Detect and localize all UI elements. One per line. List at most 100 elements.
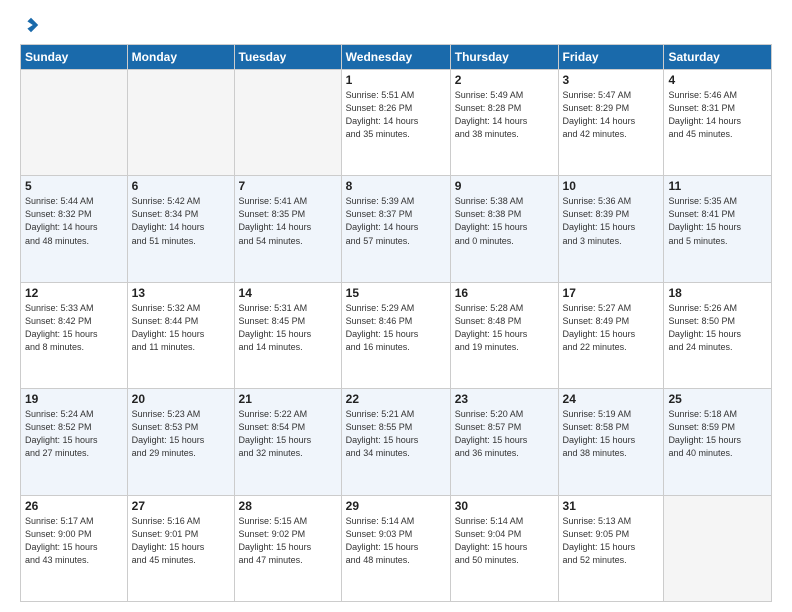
day-number: 1	[346, 73, 446, 87]
day-info: Sunrise: 5:47 AMSunset: 8:29 PMDaylight:…	[563, 89, 660, 141]
day-number: 13	[132, 286, 230, 300]
day-info: Sunrise: 5:46 AMSunset: 8:31 PMDaylight:…	[668, 89, 767, 141]
day-number: 28	[239, 499, 337, 513]
calendar-cell: 20 Sunrise: 5:23 AMSunset: 8:53 PMDayligh…	[127, 389, 234, 495]
header-row: SundayMondayTuesdayWednesdayThursdayFrid…	[21, 45, 772, 70]
header-day-friday: Friday	[558, 45, 664, 70]
day-info: Sunrise: 5:33 AMSunset: 8:42 PMDaylight:…	[25, 302, 123, 354]
day-number: 14	[239, 286, 337, 300]
day-info: Sunrise: 5:27 AMSunset: 8:49 PMDaylight:…	[563, 302, 660, 354]
day-number: 23	[455, 392, 554, 406]
calendar-cell: 28 Sunrise: 5:15 AMSunset: 9:02 PMDayligh…	[234, 495, 341, 601]
day-info: Sunrise: 5:16 AMSunset: 9:01 PMDaylight:…	[132, 515, 230, 567]
day-info: Sunrise: 5:15 AMSunset: 9:02 PMDaylight:…	[239, 515, 337, 567]
day-number: 10	[563, 179, 660, 193]
day-info: Sunrise: 5:49 AMSunset: 8:28 PMDaylight:…	[455, 89, 554, 141]
day-number: 2	[455, 73, 554, 87]
calendar-cell: 8 Sunrise: 5:39 AMSunset: 8:37 PMDaylight…	[341, 176, 450, 282]
day-number: 22	[346, 392, 446, 406]
day-number: 25	[668, 392, 767, 406]
calendar-cell: 9 Sunrise: 5:38 AMSunset: 8:38 PMDaylight…	[450, 176, 558, 282]
day-info: Sunrise: 5:17 AMSunset: 9:00 PMDaylight:…	[25, 515, 123, 567]
day-info: Sunrise: 5:31 AMSunset: 8:45 PMDaylight:…	[239, 302, 337, 354]
day-info: Sunrise: 5:35 AMSunset: 8:41 PMDaylight:…	[668, 195, 767, 247]
day-number: 26	[25, 499, 123, 513]
header-day-thursday: Thursday	[450, 45, 558, 70]
header-day-tuesday: Tuesday	[234, 45, 341, 70]
day-number: 24	[563, 392, 660, 406]
logo	[20, 16, 40, 34]
calendar-cell: 3Sunrise: 5:47 AMSunset: 8:29 PMDaylight…	[558, 70, 664, 176]
calendar-cell: 4 Sunrise: 5:46 AMSunset: 8:31 PMDaylight…	[664, 70, 772, 176]
day-number: 8	[346, 179, 446, 193]
logo-text	[20, 16, 40, 34]
calendar-cell: 21 Sunrise: 5:22 AMSunset: 8:54 PMDayligh…	[234, 389, 341, 495]
calendar-body: 1 Sunrise: 5:51 AMSunset: 8:26 PMDaylight…	[21, 70, 772, 602]
logo-icon	[22, 16, 40, 34]
day-number: 5	[25, 179, 123, 193]
calendar-cell	[127, 70, 234, 176]
calendar-cell: 25Sunrise: 5:18 AMSunset: 8:59 PMDayligh…	[664, 389, 772, 495]
day-info: Sunrise: 5:13 AMSunset: 9:05 PMDaylight:…	[563, 515, 660, 567]
day-number: 31	[563, 499, 660, 513]
calendar-cell	[234, 70, 341, 176]
header-day-monday: Monday	[127, 45, 234, 70]
calendar-cell: 13 Sunrise: 5:32 AMSunset: 8:44 PMDayligh…	[127, 282, 234, 388]
week-row-4: 26 Sunrise: 5:17 AMSunset: 9:00 PMDayligh…	[21, 495, 772, 601]
calendar-cell: 6 Sunrise: 5:42 AMSunset: 8:34 PMDaylight…	[127, 176, 234, 282]
calendar-header: SundayMondayTuesdayWednesdayThursdayFrid…	[21, 45, 772, 70]
day-number: 7	[239, 179, 337, 193]
day-info: Sunrise: 5:19 AMSunset: 8:58 PMDaylight:…	[563, 408, 660, 460]
calendar-cell: 11 Sunrise: 5:35 AMSunset: 8:41 PMDayligh…	[664, 176, 772, 282]
day-info: Sunrise: 5:21 AMSunset: 8:55 PMDaylight:…	[346, 408, 446, 460]
day-number: 12	[25, 286, 123, 300]
page: SundayMondayTuesdayWednesdayThursdayFrid…	[0, 0, 792, 612]
calendar-cell: 22 Sunrise: 5:21 AMSunset: 8:55 PMDayligh…	[341, 389, 450, 495]
day-number: 27	[132, 499, 230, 513]
calendar-cell: 19Sunrise: 5:24 AMSunset: 8:52 PMDayligh…	[21, 389, 128, 495]
calendar-cell	[664, 495, 772, 601]
day-number: 6	[132, 179, 230, 193]
day-number: 11	[668, 179, 767, 193]
header	[20, 16, 772, 34]
calendar-cell: 14 Sunrise: 5:31 AMSunset: 8:45 PMDayligh…	[234, 282, 341, 388]
calendar-cell: 24 Sunrise: 5:19 AMSunset: 8:58 PMDayligh…	[558, 389, 664, 495]
day-info: Sunrise: 5:41 AMSunset: 8:35 PMDaylight:…	[239, 195, 337, 247]
day-info: Sunrise: 5:51 AMSunset: 8:26 PMDaylight:…	[346, 89, 446, 141]
day-info: Sunrise: 5:14 AMSunset: 9:04 PMDaylight:…	[455, 515, 554, 567]
calendar-cell: 27 Sunrise: 5:16 AMSunset: 9:01 PMDayligh…	[127, 495, 234, 601]
day-info: Sunrise: 5:39 AMSunset: 8:37 PMDaylight:…	[346, 195, 446, 247]
day-info: Sunrise: 5:23 AMSunset: 8:53 PMDaylight:…	[132, 408, 230, 460]
day-info: Sunrise: 5:32 AMSunset: 8:44 PMDaylight:…	[132, 302, 230, 354]
week-row-3: 19Sunrise: 5:24 AMSunset: 8:52 PMDayligh…	[21, 389, 772, 495]
day-number: 9	[455, 179, 554, 193]
day-number: 4	[668, 73, 767, 87]
calendar-cell	[21, 70, 128, 176]
day-info: Sunrise: 5:36 AMSunset: 8:39 PMDaylight:…	[563, 195, 660, 247]
day-number: 20	[132, 392, 230, 406]
calendar-cell: 2 Sunrise: 5:49 AMSunset: 8:28 PMDaylight…	[450, 70, 558, 176]
calendar-cell: 17Sunrise: 5:27 AMSunset: 8:49 PMDayligh…	[558, 282, 664, 388]
day-info: Sunrise: 5:14 AMSunset: 9:03 PMDaylight:…	[346, 515, 446, 567]
day-number: 21	[239, 392, 337, 406]
calendar-cell: 12 Sunrise: 5:33 AMSunset: 8:42 PMDayligh…	[21, 282, 128, 388]
day-number: 30	[455, 499, 554, 513]
calendar-cell: 16 Sunrise: 5:28 AMSunset: 8:48 PMDayligh…	[450, 282, 558, 388]
day-info: Sunrise: 5:42 AMSunset: 8:34 PMDaylight:…	[132, 195, 230, 247]
day-info: Sunrise: 5:22 AMSunset: 8:54 PMDaylight:…	[239, 408, 337, 460]
day-number: 15	[346, 286, 446, 300]
calendar-cell: 15 Sunrise: 5:29 AMSunset: 8:46 PMDayligh…	[341, 282, 450, 388]
calendar-cell: 31 Sunrise: 5:13 AMSunset: 9:05 PMDayligh…	[558, 495, 664, 601]
calendar-cell: 26 Sunrise: 5:17 AMSunset: 9:00 PMDayligh…	[21, 495, 128, 601]
header-day-wednesday: Wednesday	[341, 45, 450, 70]
day-info: Sunrise: 5:26 AMSunset: 8:50 PMDaylight:…	[668, 302, 767, 354]
week-row-1: 5Sunrise: 5:44 AMSunset: 8:32 PMDaylight…	[21, 176, 772, 282]
day-info: Sunrise: 5:28 AMSunset: 8:48 PMDaylight:…	[455, 302, 554, 354]
calendar-table: SundayMondayTuesdayWednesdayThursdayFrid…	[20, 44, 772, 602]
day-info: Sunrise: 5:29 AMSunset: 8:46 PMDaylight:…	[346, 302, 446, 354]
calendar-cell: 7 Sunrise: 5:41 AMSunset: 8:35 PMDaylight…	[234, 176, 341, 282]
calendar-cell: 5Sunrise: 5:44 AMSunset: 8:32 PMDaylight…	[21, 176, 128, 282]
day-number: 16	[455, 286, 554, 300]
calendar-cell: 10 Sunrise: 5:36 AMSunset: 8:39 PMDayligh…	[558, 176, 664, 282]
day-info: Sunrise: 5:38 AMSunset: 8:38 PMDaylight:…	[455, 195, 554, 247]
